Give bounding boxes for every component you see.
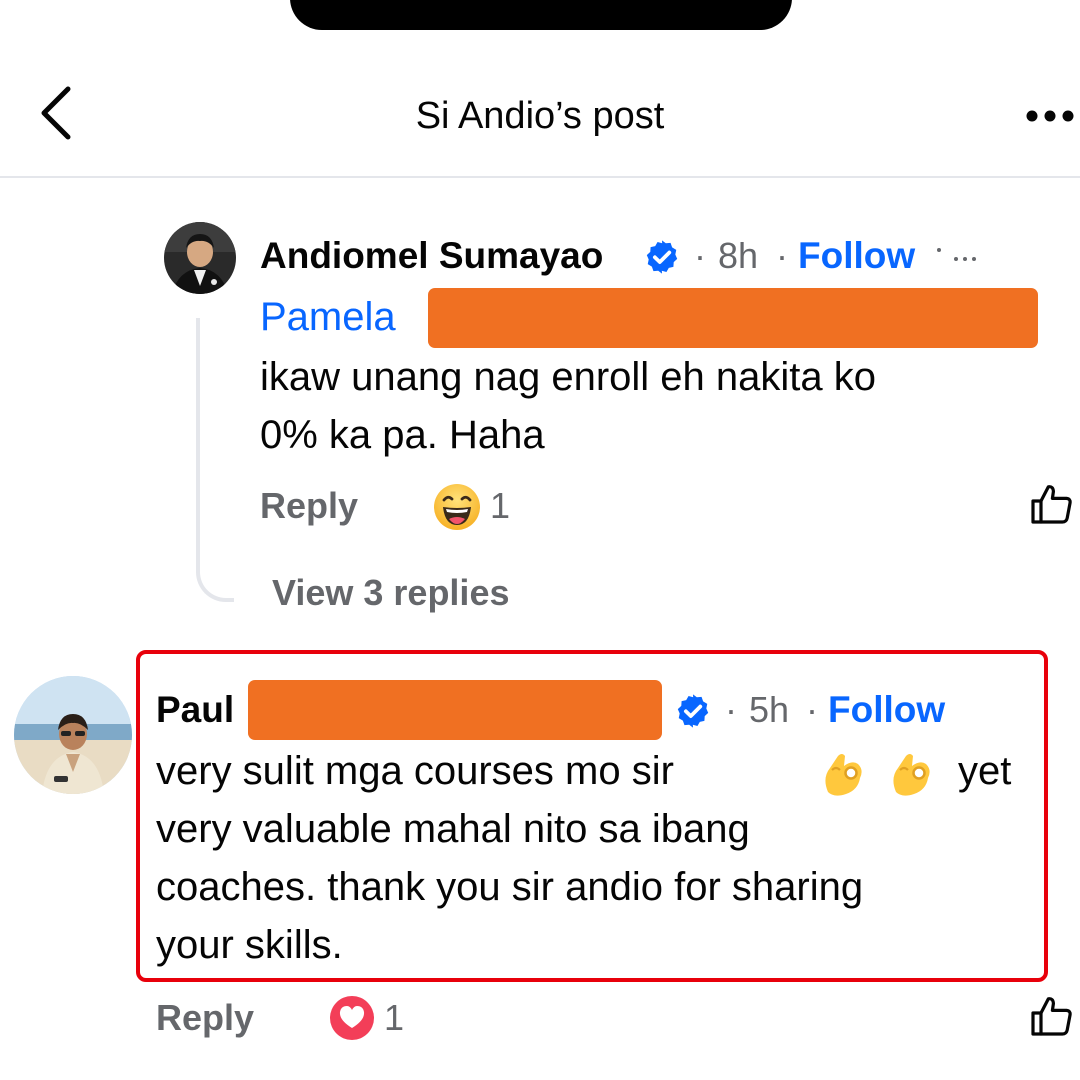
separator-dot: · <box>725 689 737 730</box>
redacted-name <box>248 680 662 740</box>
follow-button[interactable]: Follow <box>798 234 915 278</box>
mention-link[interactable]: Pamela <box>260 288 396 346</box>
comment-author[interactable]: Paul <box>156 688 234 732</box>
follow-button[interactable]: Follow <box>828 688 945 732</box>
comment-options-button[interactable] <box>934 246 980 266</box>
separator-dot: · <box>806 689 818 730</box>
more-horizontal-icon <box>937 248 976 261</box>
reaction-count: 1 <box>490 485 511 526</box>
love-heart-icon[interactable] <box>328 994 376 1042</box>
ok-hand-emoji <box>893 754 930 796</box>
like-thumbs-up-icon[interactable] <box>1028 480 1076 528</box>
header-divider <box>0 176 1080 178</box>
separator-dot: · <box>776 235 788 276</box>
comment-text-line: ikaw unang nag enroll eh nakita ko <box>260 355 876 399</box>
haha-face-icon[interactable] <box>432 482 482 532</box>
thread-connector-line <box>196 318 234 602</box>
verified-badge-icon <box>646 240 678 274</box>
comment-text-line: 0% ka pa. Haha <box>260 413 545 457</box>
comment-text-line: very sulit mga courses mo sir <box>156 749 674 793</box>
comment-text-line: very valuable mahal nito sa ibang <box>156 807 750 851</box>
redacted-name <box>428 288 1038 348</box>
reply-button[interactable]: Reply <box>156 996 254 1040</box>
more-horizontal-icon <box>1026 110 1074 122</box>
comment-text-line: yet <box>958 749 1012 793</box>
verified-badge-icon <box>677 694 709 728</box>
comment-time: 5h <box>749 689 790 730</box>
reply-button[interactable]: Reply <box>260 484 358 528</box>
comment-time: 8h <box>718 235 759 276</box>
comment-text-line: your skills. <box>156 923 343 967</box>
page-title: Si Andio’s post <box>415 95 665 137</box>
ok-hand-emoji <box>825 754 862 796</box>
comment-text-line: coaches. thank you sir andio for sharing <box>156 865 864 909</box>
separator-dot: · <box>694 235 706 276</box>
comment-author[interactable]: Andiomel Sumayao <box>260 234 603 278</box>
avatar[interactable] <box>14 676 132 794</box>
phone-notch <box>290 0 792 30</box>
view-replies-link[interactable]: View 3 replies <box>272 571 509 615</box>
more-options-button[interactable] <box>1018 96 1080 136</box>
reaction-count: 1 <box>384 997 405 1038</box>
avatar[interactable] <box>164 222 236 294</box>
like-thumbs-up-icon[interactable] <box>1028 992 1076 1040</box>
